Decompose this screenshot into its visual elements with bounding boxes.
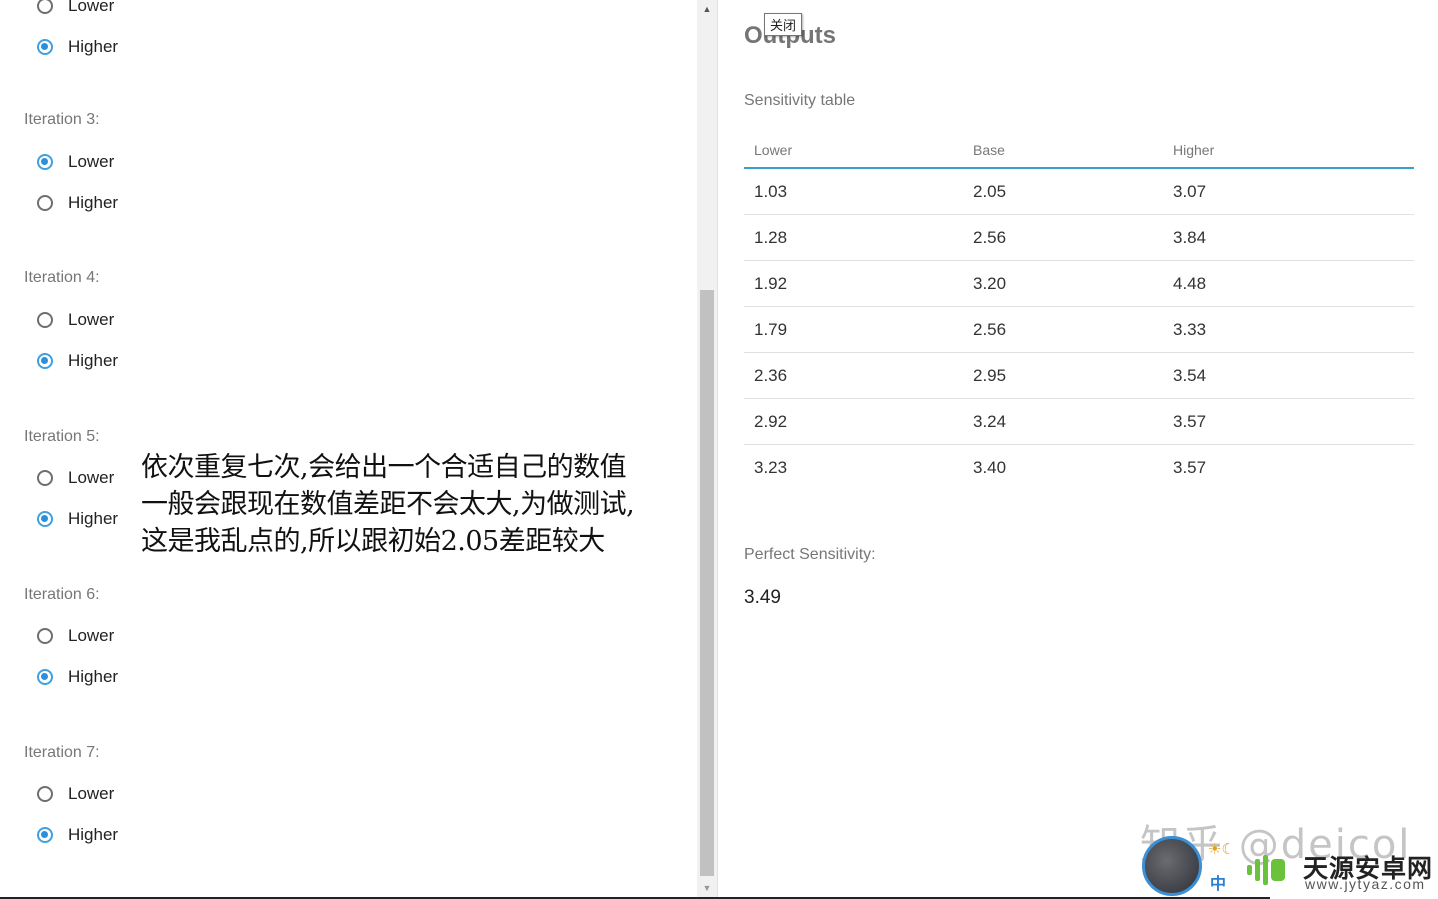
radio-label: Higher (68, 350, 119, 370)
radio-label: Lower (68, 784, 115, 803)
column-header-base: Base (973, 141, 1005, 158)
radio-label: Higher (68, 824, 119, 844)
scroll-thumb[interactable] (700, 290, 714, 876)
close-tooltip: 关闭 (764, 13, 803, 36)
radio-option-higher[interactable]: Higher (36, 821, 118, 849)
sensitivity-table: Lower Base Higher 1.03 2.05 3.07 1.28 2.56 3.… (744, 132, 1414, 490)
radio-unchecked-icon[interactable] (37, 0, 53, 14)
radio-checked-icon[interactable] (37, 668, 53, 685)
column-header-higher: Higher (1173, 141, 1215, 158)
table-cell: 2.05 (973, 181, 1007, 201)
radio-unchecked-icon[interactable] (37, 786, 53, 802)
perfect-sensitivity-label: Perfect Sensitivity: (744, 546, 876, 563)
iteration-label: Iteration 3: (24, 111, 100, 128)
radio-option-higher[interactable]: Higher (36, 505, 118, 533)
scroll-up-arrow-icon[interactable]: ▲ (697, 0, 717, 18)
sun-moon-icon: ☀☾ (1208, 841, 1235, 858)
radio-label: Lower (68, 310, 115, 329)
table-cell: 2.92 (754, 411, 788, 431)
outputs-pane: Outputs 关闭 Sensitivity table Lower Base … (718, 0, 1438, 897)
table-cell: 3.23 (754, 457, 788, 477)
table-cell: 3.57 (1173, 457, 1207, 477)
radio-option-lower[interactable]: Lower (36, 148, 114, 176)
radio-label: Lower (68, 626, 115, 645)
iteration-label: Iteration 7: (24, 744, 100, 761)
scroll-down-arrow-icon[interactable]: ▼ (697, 879, 717, 897)
table-cell: 3.57 (1173, 411, 1207, 431)
table-header: Lower Base Higher (744, 132, 1414, 169)
radio-option-lower[interactable]: Lower (36, 306, 114, 334)
radio-option-higher[interactable]: Higher (36, 663, 118, 691)
avatar (1142, 836, 1202, 896)
table-cell: 2.95 (973, 365, 1007, 385)
table-cell: 3.33 (1173, 319, 1207, 339)
iteration-label: Iteration 6: (24, 586, 100, 603)
table-row: 3.23 3.40 3.57 (744, 445, 1414, 490)
table-cell: 2.56 (973, 319, 1007, 339)
radio-unchecked-icon[interactable] (37, 628, 53, 644)
table-cell: 3.20 (973, 273, 1007, 293)
column-header-lower: Lower (754, 141, 793, 158)
radio-option-lower[interactable]: Lower (36, 0, 114, 20)
table-row: 2.36 2.95 3.54 (744, 353, 1414, 399)
table-cell: 1.79 (754, 319, 788, 339)
radio-unchecked-icon[interactable] (37, 312, 53, 328)
table-cell: 2.36 (754, 365, 788, 385)
radio-option-lower[interactable]: Lower (36, 464, 114, 492)
table-row: 1.79 2.56 3.33 (744, 307, 1414, 353)
radio-checked-icon[interactable] (37, 38, 53, 55)
table-row: 1.03 2.05 3.07 (744, 169, 1414, 215)
radio-label: Higher (68, 666, 119, 686)
table-cell: 2.56 (973, 227, 1007, 247)
site-url-watermark: www.jytyaz.com (1305, 876, 1426, 892)
table-row: 2.92 3.24 3.57 (744, 399, 1414, 445)
radio-option-higher[interactable]: Higher (36, 347, 118, 375)
table-cell: 3.40 (973, 457, 1007, 477)
table-cell: 4.48 (1173, 273, 1207, 293)
iteration-label: Iteration 4: (24, 269, 100, 286)
radio-label: Higher (68, 36, 119, 56)
radio-checked-icon[interactable] (37, 154, 53, 170)
table-row: 1.28 2.56 3.84 (744, 215, 1414, 261)
radio-label: Lower (68, 468, 115, 487)
table-cell: 3.24 (973, 411, 1007, 431)
radio-label: Higher (68, 192, 119, 212)
radio-option-higher[interactable]: Higher (36, 189, 118, 217)
radio-unchecked-icon[interactable] (37, 470, 53, 486)
table-cell: 3.07 (1173, 181, 1207, 201)
table-cell: 1.03 (754, 181, 788, 201)
annotation-text: 依次重复七次,会给出一个合适自己的数值 一般会跟现在数值差距不会太大,为做测试,… (141, 452, 635, 557)
perfect-sensitivity-value: 3.49 (744, 587, 781, 608)
sensitivity-table-label: Sensitivity table (744, 92, 856, 109)
vertical-scrollbar[interactable]: ▲ ▼ (697, 0, 718, 897)
radio-checked-icon[interactable] (37, 352, 53, 369)
radio-checked-icon[interactable] (37, 510, 53, 527)
site-logo-icon (1247, 850, 1295, 890)
radio-option-higher[interactable]: Higher (36, 33, 118, 61)
table-row: 1.92 3.20 4.48 (744, 261, 1414, 307)
radio-checked-icon[interactable] (37, 826, 53, 843)
table-cell: 3.54 (1173, 365, 1207, 385)
radio-label: Lower (68, 0, 115, 15)
language-badge: 中 (1210, 876, 1227, 893)
radio-unchecked-icon[interactable] (37, 194, 53, 211)
radio-label: Lower (68, 152, 115, 171)
table-cell: 1.28 (754, 227, 788, 247)
radio-label: Higher (68, 508, 119, 528)
radio-option-lower[interactable]: Lower (36, 622, 114, 650)
table-cell: 3.84 (1173, 227, 1207, 247)
radio-option-lower[interactable]: Lower (36, 780, 114, 808)
iteration-label: Iteration 5: (24, 428, 100, 445)
table-cell: 1.92 (754, 273, 788, 293)
